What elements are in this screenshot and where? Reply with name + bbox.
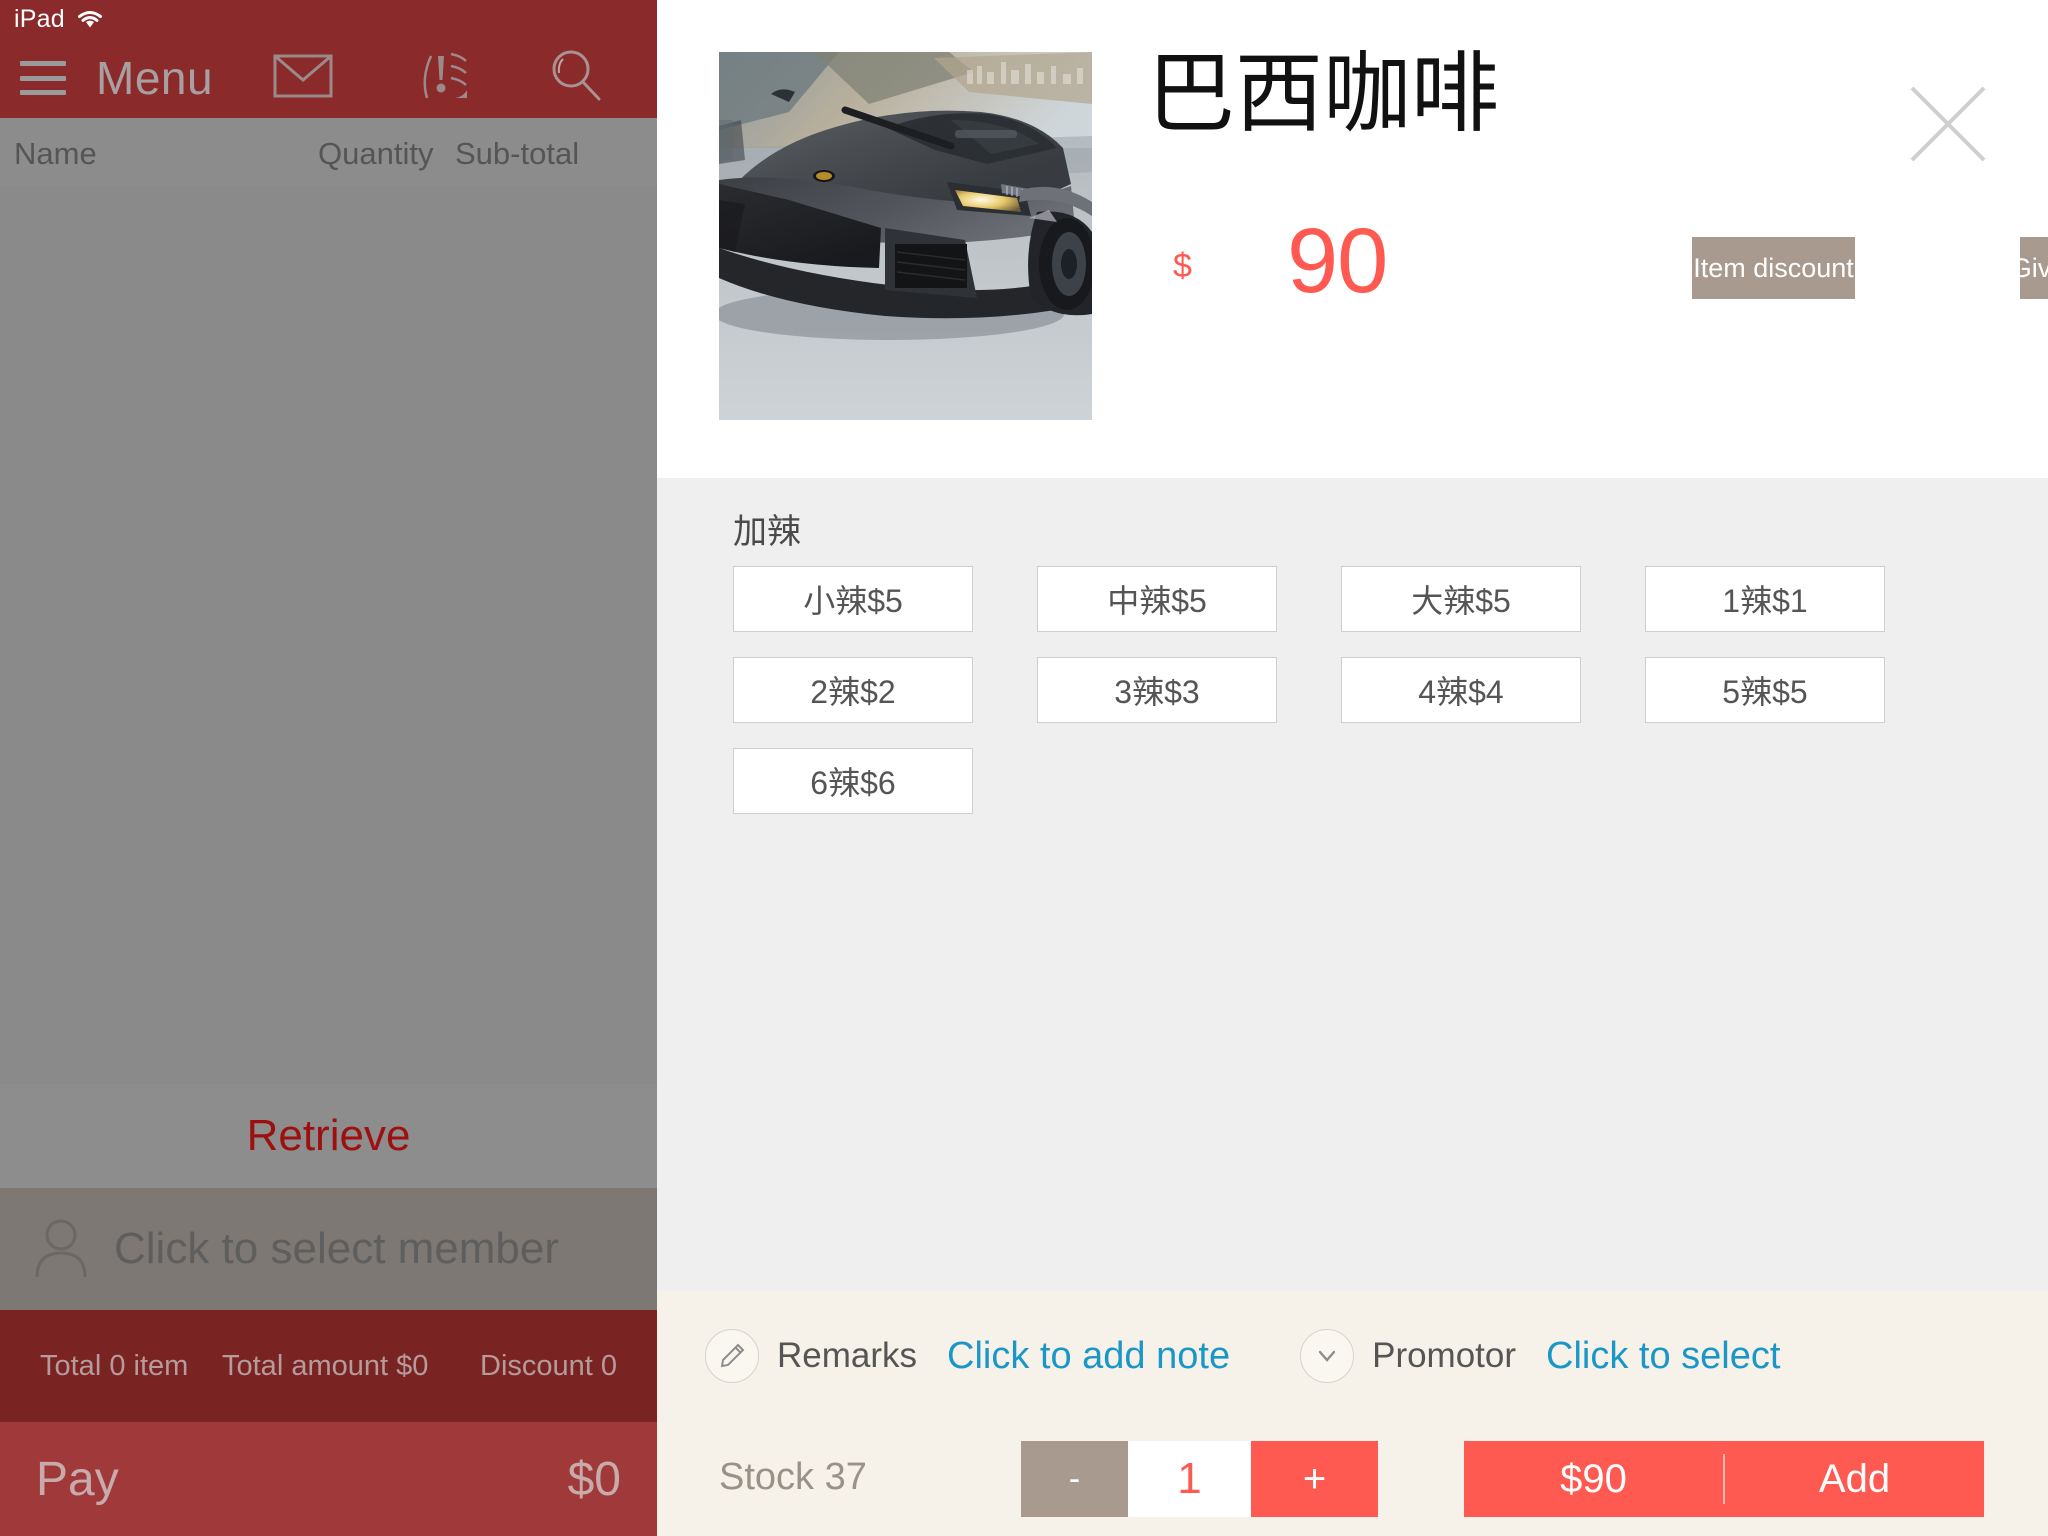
device-label: iPad <box>14 4 65 33</box>
add-note-link[interactable]: Click to add note <box>947 1335 1230 1378</box>
item-discount-button[interactable]: Item discount <box>1692 237 1855 299</box>
stock-label: Stock 37 <box>719 1456 867 1498</box>
quantity-stepper: - 1 + <box>1021 1441 1378 1517</box>
person-avatar-icon <box>30 1215 92 1284</box>
total-discount: Discount 0 <box>480 1350 618 1382</box>
quantity-decrement-button[interactable]: - <box>1021 1441 1128 1517</box>
option-label: 大辣$5 <box>1411 583 1511 619</box>
chevron-down-icon[interactable] <box>1300 1329 1355 1383</box>
product-photo-sports-car <box>719 52 1092 420</box>
option-label: 6辣$6 <box>810 765 896 801</box>
giveaway-label: Giveaway <box>2020 252 2048 283</box>
option-button[interactable]: 小辣$5 <box>733 566 973 632</box>
sidebar-navbar: Menu <box>0 38 657 118</box>
wifi-icon <box>75 8 105 30</box>
cart-sidebar: iPad Menu Name Quantity Sub-total Retrie… <box>0 0 657 1536</box>
option-label: 中辣$5 <box>1107 583 1207 619</box>
total-items: Total 0 item <box>40 1350 189 1382</box>
option-label: 1辣$1 <box>1722 583 1808 619</box>
product-price: 90 <box>1287 210 1388 312</box>
column-header-quantity: Quantity <box>318 136 434 171</box>
add-button-label: Add <box>1818 1456 1891 1501</box>
option-label: 4辣$4 <box>1418 674 1504 710</box>
pay-label: Pay <box>36 1452 119 1506</box>
quantity-input[interactable]: 1 <box>1128 1441 1251 1517</box>
pay-amount: $0 <box>567 1452 621 1506</box>
option-group-title: 加辣 <box>733 513 801 551</box>
add-to-cart-button[interactable]: $90 Add <box>1464 1441 1984 1517</box>
option-button[interactable]: 1辣$1 <box>1645 566 1885 632</box>
page-title: Menu <box>96 52 214 104</box>
remarks-label: Remarks <box>777 1336 918 1375</box>
cart-totals-bar: Total 0 item Total amount $0 Discount 0 <box>0 1310 657 1422</box>
option-button[interactable]: 5辣$5 <box>1645 657 1885 723</box>
option-label: 3辣$3 <box>1114 674 1200 710</box>
column-header-subtotal: Sub-total <box>455 136 580 171</box>
mail-envelope-icon[interactable] <box>273 54 333 103</box>
minus-label: - <box>1068 1459 1081 1498</box>
retrieve-label: Retrieve <box>246 1111 411 1160</box>
option-label: 2辣$2 <box>810 674 896 710</box>
product-header: 巴西咖啡 $ 90 Item discount Giveaway <box>657 0 2048 478</box>
close-x-icon[interactable] <box>1906 82 1990 166</box>
select-promotor-link[interactable]: Click to select <box>1546 1335 1780 1378</box>
option-button[interactable]: 4辣$4 <box>1341 657 1581 723</box>
select-member-button[interactable]: Click to select member <box>0 1188 657 1310</box>
pos-app-screen: iPad Menu Name Quantity Sub-total Retrie… <box>0 0 2048 1536</box>
navbar-icon-group <box>273 47 657 110</box>
cart-column-header: Name Quantity Sub-total <box>0 118 657 186</box>
option-label: 5辣$5 <box>1722 674 1808 710</box>
option-button[interactable]: 6辣$6 <box>733 748 973 814</box>
quantity-increment-button[interactable]: + <box>1251 1441 1378 1517</box>
plus-label: + <box>1302 1456 1327 1501</box>
retrieve-button[interactable]: Retrieve <box>0 1084 657 1188</box>
remarks-promotor-row: Remarks Click to add note Promotor Click… <box>657 1290 2048 1422</box>
option-button[interactable]: 大辣$5 <box>1341 566 1581 632</box>
product-action-bar: Stock 37 - 1 + $90 Add <box>657 1422 2048 1536</box>
option-button[interactable]: 2辣$2 <box>733 657 973 723</box>
option-button[interactable]: 3辣$3 <box>1037 657 1277 723</box>
ios-status-bar: iPad <box>0 0 657 38</box>
member-placeholder: Click to select member <box>114 1224 560 1273</box>
product-detail-panel: 巴西咖啡 $ 90 Item discount Giveaway 加辣 <box>657 0 2048 1536</box>
pay-button[interactable]: Pay $0 <box>0 1422 657 1536</box>
promotor-label: Promotor <box>1372 1336 1517 1375</box>
cart-item-list[interactable] <box>0 186 657 1084</box>
alert-notification-icon[interactable] <box>411 50 469 107</box>
option-button-grid: 小辣$5 中辣$5 大辣$5 1辣$1 2辣$2 3辣$3 4辣$4 5辣$5 … <box>733 566 1983 814</box>
option-button[interactable]: 中辣$5 <box>1037 566 1277 632</box>
search-icon[interactable] <box>547 47 605 110</box>
add-total-price: $90 <box>1560 1456 1627 1501</box>
column-header-name: Name <box>14 136 97 171</box>
quantity-value: 1 <box>1177 1454 1202 1503</box>
product-price-row: $ 90 Item discount Giveaway <box>1147 210 2048 325</box>
option-label: 小辣$5 <box>803 583 903 619</box>
product-options-section: 加辣 小辣$5 中辣$5 大辣$5 1辣$1 2辣$2 3辣$3 4辣$4 5辣… <box>657 478 2048 1290</box>
item-discount-label: Item discount <box>1693 252 1854 283</box>
pencil-edit-icon[interactable] <box>705 1329 759 1383</box>
currency-symbol: $ <box>1173 247 1192 285</box>
product-title: 巴西咖啡 <box>1147 42 1500 145</box>
hamburger-menu-icon[interactable] <box>20 61 66 95</box>
giveaway-button[interactable]: Giveaway <box>2020 237 2048 299</box>
total-amount: Total amount $0 <box>222 1350 429 1382</box>
